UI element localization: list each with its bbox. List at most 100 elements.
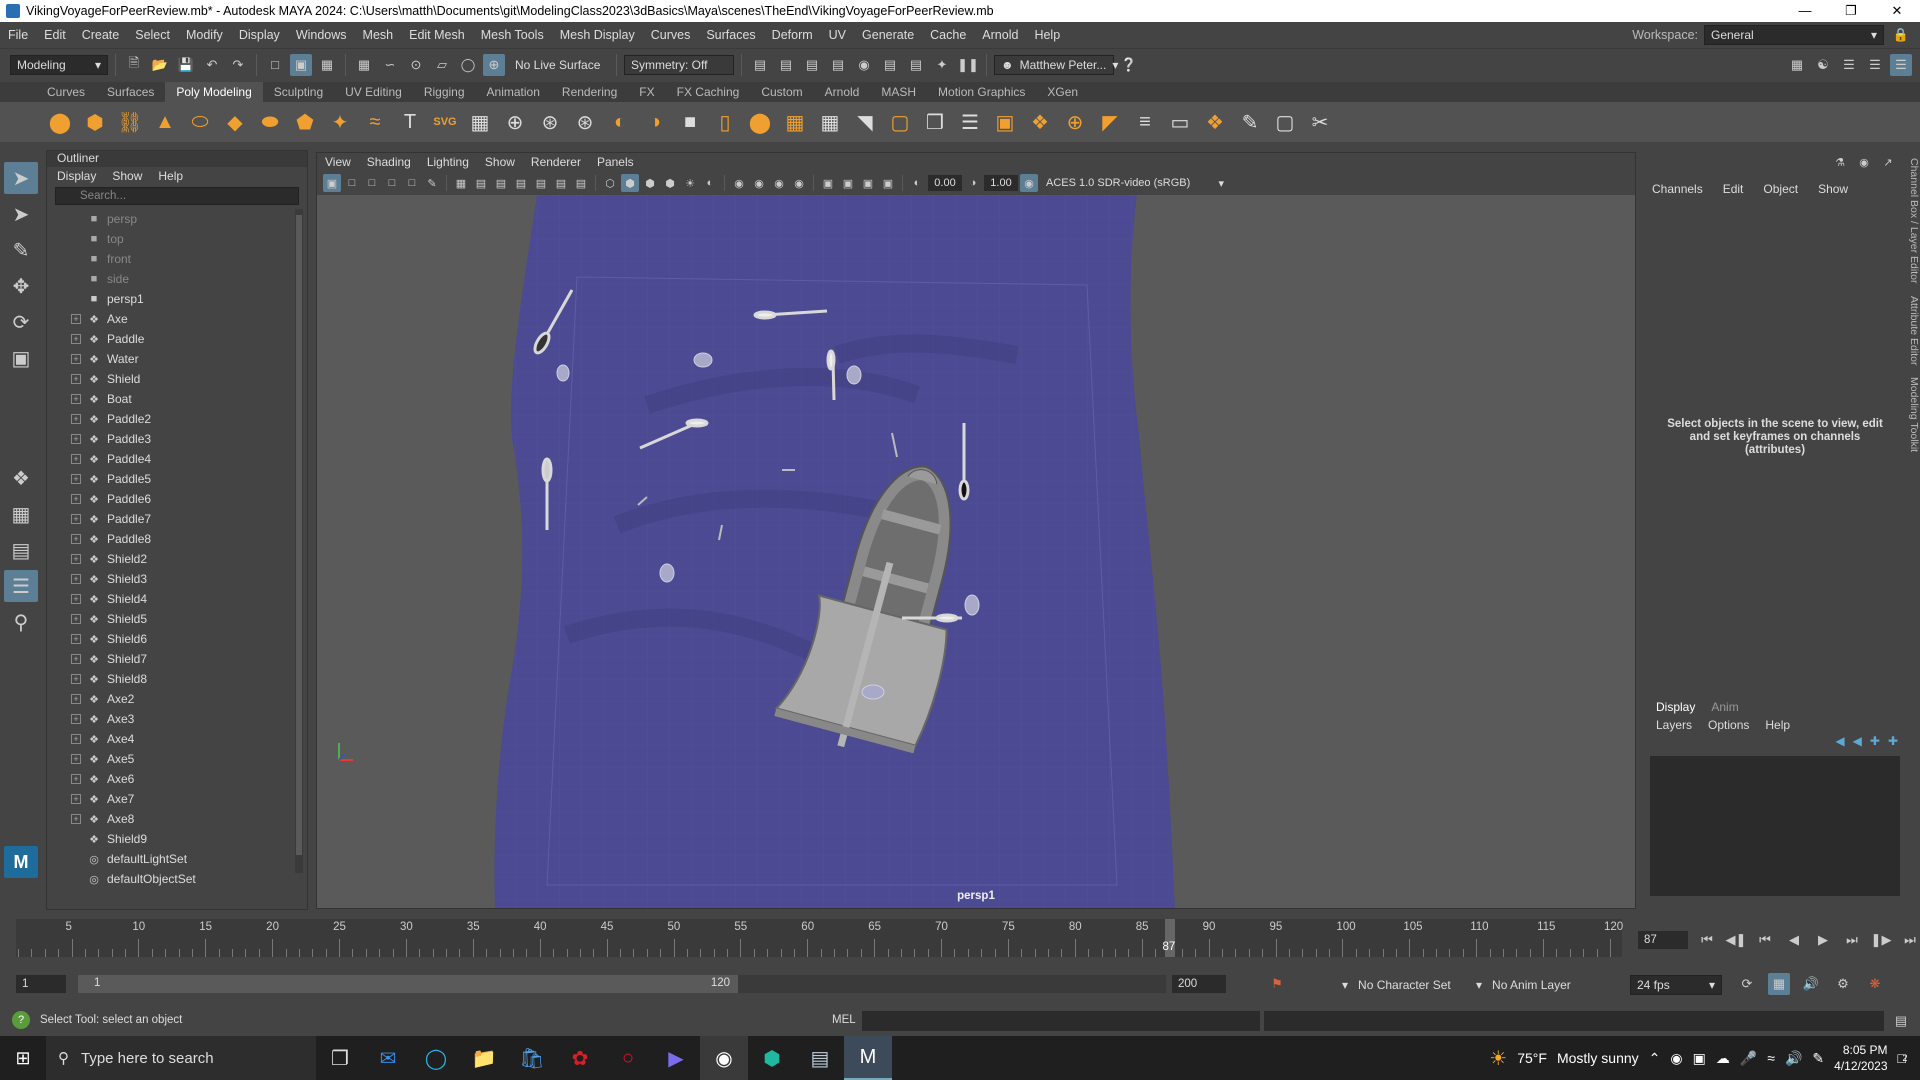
outliner-item[interactable]: + ❖ Paddle4 bbox=[47, 449, 295, 469]
auto-key-icon[interactable]: ⚑ bbox=[1266, 973, 1288, 995]
animation-start-field[interactable]: 1 bbox=[16, 975, 66, 993]
expand-icon[interactable]: + bbox=[71, 614, 81, 624]
gamma-field[interactable]: 1.00 bbox=[984, 175, 1018, 191]
image-plane-icon[interactable]: □ bbox=[383, 174, 401, 192]
bevel-icon[interactable]: ⬤ bbox=[746, 108, 774, 136]
hypershade-icon[interactable]: ◉ bbox=[853, 54, 875, 76]
menu-cache[interactable]: Cache bbox=[922, 28, 974, 42]
outliner-item[interactable]: + ❖ Shield2 bbox=[47, 549, 295, 569]
animation-end-field[interactable]: 200 bbox=[1172, 975, 1226, 993]
exposure-icon[interactable]: ◐ bbox=[908, 174, 926, 192]
target-weld-icon[interactable]: ▢ bbox=[886, 108, 914, 136]
motion-blur-icon[interactable]: ◉ bbox=[750, 174, 768, 192]
select-tool-icon[interactable]: ➤ bbox=[4, 162, 38, 194]
expand-icon[interactable]: + bbox=[71, 534, 81, 544]
persp-outliner-layout-icon[interactable]: ☰ bbox=[4, 570, 38, 602]
menu-mesh[interactable]: Mesh bbox=[355, 28, 402, 42]
viewport-menu-panels[interactable]: Panels bbox=[597, 155, 634, 169]
loop-icon[interactable]: ⟳ bbox=[1736, 973, 1758, 995]
pen-icon[interactable]: ✎ bbox=[1812, 1050, 1824, 1067]
fill-hole-icon[interactable]: ▦ bbox=[816, 108, 844, 136]
outliner-item[interactable]: + ❖ Paddle8 bbox=[47, 529, 295, 549]
outliner-menu-display[interactable]: Display bbox=[57, 169, 96, 183]
outliner-item[interactable]: ◎ defaultObjectSet bbox=[47, 869, 295, 889]
textured-icon[interactable]: ⬢ bbox=[661, 174, 679, 192]
cut-uv-icon[interactable]: ✂ bbox=[1306, 108, 1334, 136]
menu-uv[interactable]: UV bbox=[821, 28, 854, 42]
select-object-icon[interactable]: ▣ bbox=[290, 53, 312, 76]
shelf-tab-motion-graphics[interactable]: Motion Graphics bbox=[927, 82, 1036, 102]
boolean-union-icon[interactable]: ◐ bbox=[606, 108, 634, 136]
character-set-dropdown[interactable]: ▾ No Character Set bbox=[1336, 975, 1466, 995]
outliner-item[interactable]: + ❖ Axe2 bbox=[47, 689, 295, 709]
grease-pencil-icon[interactable]: ✎ bbox=[423, 174, 441, 192]
expand-icon[interactable]: + bbox=[71, 394, 81, 404]
help-icon[interactable]: ❔ bbox=[1118, 54, 1140, 76]
menu-file[interactable]: File bbox=[0, 28, 36, 42]
outliner-item[interactable]: + ❖ Shield5 bbox=[47, 609, 295, 629]
field-chart-icon[interactable]: ▤ bbox=[532, 174, 550, 192]
poly-plane-icon[interactable]: ◆ bbox=[221, 108, 249, 136]
current-frame-field[interactable]: 87 bbox=[1638, 931, 1688, 949]
opera-browser-icon[interactable]: ○ bbox=[604, 1036, 652, 1080]
expand-icon[interactable]: + bbox=[71, 574, 81, 584]
outliner-item[interactable]: + ❖ Shield4 bbox=[47, 589, 295, 609]
expand-icon[interactable]: + bbox=[71, 654, 81, 664]
live-surface-field[interactable]: No Live Surface bbox=[509, 55, 609, 75]
channels-edit-menu[interactable]: Edit bbox=[1723, 182, 1744, 196]
menu-curves[interactable]: Curves bbox=[643, 28, 699, 42]
snap-view-plane-icon[interactable]: ▱ bbox=[431, 54, 453, 76]
outliner-item[interactable]: ◎ defaultLightSet bbox=[47, 849, 295, 869]
layer-help-menu[interactable]: Help bbox=[1765, 718, 1790, 732]
mail-app-icon[interactable]: ✉ bbox=[364, 1036, 412, 1080]
scale-tool-icon[interactable]: ▣ bbox=[4, 342, 38, 374]
outliner-item[interactable]: + ❖ Paddle3 bbox=[47, 429, 295, 449]
color-management-icon[interactable]: ◉ bbox=[1020, 174, 1038, 192]
bridge-icon[interactable]: ▯ bbox=[711, 108, 739, 136]
shelf-tab-fx[interactable]: FX bbox=[628, 82, 665, 102]
maya-taskbar-icon[interactable]: M bbox=[844, 1036, 892, 1080]
rotate-tool-icon[interactable]: ⟳ bbox=[4, 306, 38, 338]
outliner-item[interactable]: + ❖ Paddle bbox=[47, 329, 295, 349]
shelf-tab-animation[interactable]: Animation bbox=[476, 82, 551, 102]
separate-icon[interactable]: ⊛ bbox=[536, 108, 564, 136]
sound-icon[interactable]: 🔊 bbox=[1800, 973, 1822, 995]
paint-select-icon[interactable]: ✎ bbox=[4, 234, 38, 266]
viewport-menu-show[interactable]: Show bbox=[485, 155, 515, 169]
render-setup-icon[interactable]: ▤ bbox=[905, 54, 927, 76]
volume-icon[interactable]: 🔊 bbox=[1785, 1050, 1802, 1067]
channels-object-menu[interactable]: Object bbox=[1763, 182, 1798, 196]
uv-editor-icon[interactable]: ▢ bbox=[1271, 108, 1299, 136]
poly-torus-icon[interactable]: ⬭ bbox=[186, 108, 214, 136]
shelf-tab-arnold[interactable]: Arnold bbox=[814, 82, 871, 102]
isolate-select-icon[interactable]: ▣ bbox=[819, 174, 837, 192]
side-tab-channel-box[interactable]: Channel Box / Layer Editor bbox=[1900, 158, 1920, 284]
close-icon[interactable]: ✕ bbox=[1874, 3, 1920, 19]
shelf-tab-uv-editing[interactable]: UV Editing bbox=[334, 82, 413, 102]
outliner-item[interactable]: + ❖ Axe4 bbox=[47, 729, 295, 749]
move-tool-icon[interactable]: ✥ bbox=[4, 270, 38, 302]
outliner-scrollbar[interactable] bbox=[295, 209, 303, 873]
merge-icon[interactable]: ≡ bbox=[1131, 108, 1159, 136]
menu-mesh-display[interactable]: Mesh Display bbox=[552, 28, 643, 42]
expand-icon[interactable]: + bbox=[71, 414, 81, 424]
outliner-item[interactable]: + ❖ Paddle6 bbox=[47, 489, 295, 509]
outliner-item[interactable]: + ❖ Shield6 bbox=[47, 629, 295, 649]
save-scene-icon[interactable]: 💾 bbox=[175, 54, 197, 76]
menu-mesh-tools[interactable]: Mesh Tools bbox=[473, 28, 552, 42]
recording-icon[interactable]: ◉ bbox=[1670, 1050, 1682, 1067]
play-backwards-icon[interactable]: ◀ bbox=[1783, 929, 1805, 951]
outliner-search-input[interactable]: Search... bbox=[55, 187, 299, 205]
attribute-editor-icon[interactable]: ☰ bbox=[1838, 54, 1860, 76]
menu-edit[interactable]: Edit bbox=[36, 28, 74, 42]
weather-temperature[interactable]: 75°F bbox=[1517, 1050, 1547, 1066]
outliner-item[interactable]: + ❖ Shield8 bbox=[47, 669, 295, 689]
lasso-tool-icon[interactable]: ➤ bbox=[4, 198, 38, 230]
extrude-icon[interactable]: ■ bbox=[676, 108, 704, 136]
layer-tab-anim[interactable]: Anim bbox=[1711, 700, 1738, 714]
outliner-item[interactable]: ■ side bbox=[47, 269, 295, 289]
select-camera-icon[interactable]: ▣ bbox=[323, 174, 341, 192]
shadows-icon[interactable]: ◐ bbox=[701, 174, 719, 192]
file-explorer-icon[interactable]: 📁 bbox=[460, 1036, 508, 1080]
append-polygon-icon[interactable]: ▦ bbox=[781, 108, 809, 136]
